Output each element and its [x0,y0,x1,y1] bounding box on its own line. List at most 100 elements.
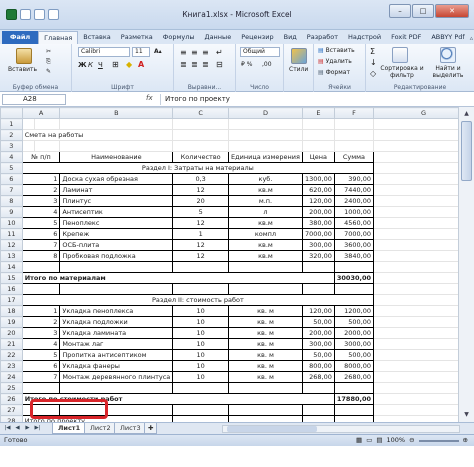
empty-cell[interactable] [172,140,230,152]
empty-cell[interactable] [228,129,303,141]
close-button[interactable]: ✕ [435,4,469,18]
table-cell[interactable] [228,404,303,416]
fx-icon[interactable]: fx [146,94,153,102]
table-cell[interactable]: Количество [172,151,230,163]
align-top-icon[interactable]: ≡ [180,48,187,57]
table-cell[interactable]: кв. м [228,349,303,361]
table-cell[interactable] [59,261,174,273]
table-cell[interactable]: Крепеж [59,228,174,240]
row-header[interactable]: 8 [0,195,23,207]
delete-cells-button[interactable]: ▤ Удалить [318,58,352,65]
insert-cells-button[interactable]: ▤ Вставить [318,47,355,54]
table-cell[interactable] [172,382,230,394]
table-cell[interactable]: 6 [21,228,61,240]
table-cell[interactable]: 120,00 [301,305,335,317]
vertical-scrollbar[interactable]: ▲ ▼ [458,107,474,422]
table-cell[interactable] [228,261,303,273]
table-cell[interactable]: Доска сухая обрезная [59,173,174,185]
align-right-icon[interactable]: ≣ [202,60,209,69]
empty-cell[interactable] [33,140,61,152]
font-color-icon[interactable]: A [138,60,144,69]
table-cell[interactable]: № п/п [21,151,61,163]
table-cell[interactable]: Пеноплекс [59,217,174,229]
table-cell[interactable] [172,261,230,273]
empty-cell[interactable] [333,129,375,141]
table-cell[interactable]: 3 [21,195,61,207]
row-header[interactable]: 4 [0,151,23,163]
table-cell[interactable]: 1200,00 [333,305,375,317]
page-break-icon[interactable]: ▤ [376,435,382,446]
row-header[interactable]: 26 [0,393,23,405]
empty-cell[interactable] [59,140,174,152]
table-cell[interactable]: Сумма [333,151,375,163]
table-cell[interactable]: кв.м [228,184,303,196]
table-cell[interactable]: 5 [172,206,230,218]
column-header[interactable]: B [59,107,174,119]
table-cell[interactable]: 12 [172,250,230,262]
empty-cell[interactable] [228,140,303,152]
table-cell[interactable]: 5 [21,217,61,229]
table-cell[interactable]: 1 [21,173,61,185]
table-cell[interactable]: 1300,00 [301,173,335,185]
table-cell[interactable]: 12 [172,184,230,196]
table-cell[interactable] [333,404,375,416]
row-header[interactable]: 1 [0,118,23,130]
table-cell[interactable]: Ламинат [59,184,174,196]
number-format-select[interactable]: Общий [240,47,280,57]
table-cell[interactable]: 50,00 [301,349,335,361]
formula-input[interactable]: Итого по проекту [160,94,470,105]
table-cell[interactable]: Монтаж лаг [59,338,174,350]
table-cell[interactable] [172,404,230,416]
minimize-button[interactable]: – [389,4,411,18]
horizontal-scroll-thumb[interactable] [227,426,317,432]
table-cell[interactable]: 17880,00 [333,393,375,405]
table-cell[interactable]: 7 [21,371,61,383]
styles-icon[interactable] [291,48,307,64]
row-header[interactable]: 16 [0,283,23,295]
tab-abbyy-pdf[interactable]: ABBYY Pdf [426,31,469,44]
name-box[interactable]: A28 [2,94,66,105]
table-cell[interactable]: кв. м [228,316,303,328]
table-cell[interactable]: Укладка пеноплекса [59,305,174,317]
table-cell[interactable]: 7440,00 [333,184,375,196]
table-cell[interactable]: Раздел I: Затраты на материалы [21,162,375,174]
table-cell[interactable]: 500,00 [333,349,375,361]
table-cell[interactable]: 7000,00 [301,228,335,240]
table-cell[interactable]: Цена [301,151,335,163]
row-header[interactable]: 6 [0,173,23,185]
table-cell[interactable]: 3840,00 [333,250,375,262]
table-cell[interactable]: кв. м [228,360,303,372]
table-cell[interactable] [228,382,303,394]
paste-button[interactable]: Вставить [8,66,37,73]
decimal-icon[interactable]: ,00 [262,61,272,68]
table-cell[interactable]: 320,00 [301,250,335,262]
clear-icon[interactable]: ◇ [370,69,376,78]
empty-cell[interactable] [172,118,230,130]
table-cell[interactable]: Антисептик [59,206,174,218]
table-cell[interactable] [301,382,335,394]
table-cell[interactable]: 10 [172,371,230,383]
borders-icon[interactable]: ⊞ [112,60,119,69]
copy-icon[interactable]: ⎘ [46,58,51,66]
scroll-down-icon[interactable]: ▼ [461,410,472,420]
table-cell[interactable]: 380,00 [301,217,335,229]
table-cell[interactable] [172,283,230,295]
zoom-level[interactable]: 100% [387,435,406,446]
select-all-corner[interactable] [0,107,23,119]
row-header[interactable]: 18 [0,305,23,317]
table-cell[interactable]: 3 [21,327,61,339]
zoom-in-icon[interactable]: ⊕ [463,435,468,446]
row-header[interactable]: 12 [0,239,23,251]
table-cell[interactable]: Смета на работы [21,129,174,141]
table-cell[interactable]: 620,00 [301,184,335,196]
tab-home[interactable]: Главная [38,31,79,44]
empty-cell[interactable] [172,129,230,141]
row-header[interactable]: 10 [0,217,23,229]
row-header[interactable]: 19 [0,316,23,328]
row-header[interactable]: 17 [0,294,23,306]
tab-addins[interactable]: Надстрой [343,31,386,44]
table-cell[interactable]: 268,00 [301,371,335,383]
table-cell[interactable]: ОСБ-плита [59,239,174,251]
table-cell[interactable]: 50,00 [301,316,335,328]
table-cell[interactable]: 10 [172,327,230,339]
